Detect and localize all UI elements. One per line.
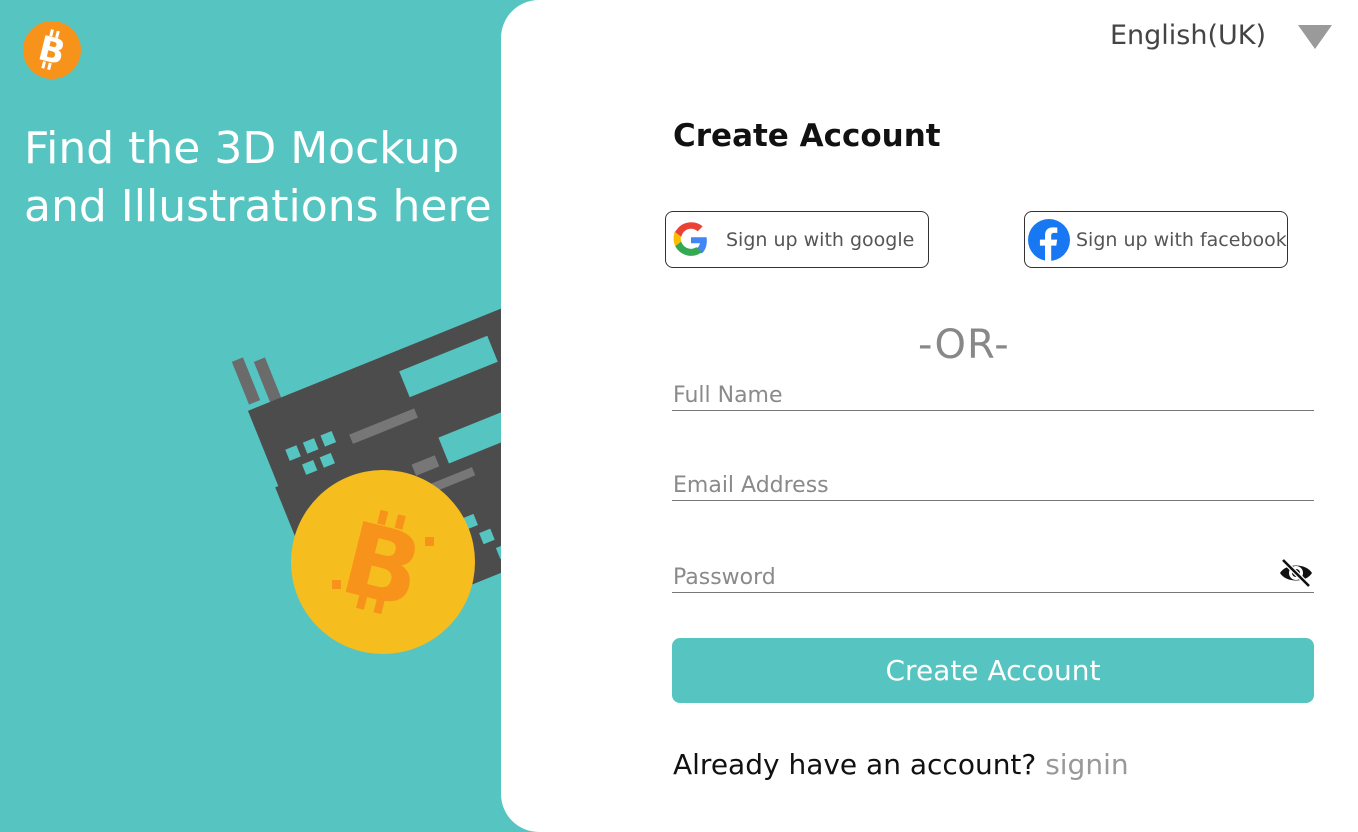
google-signup-button[interactable]: Sign up with google (665, 211, 929, 268)
facebook-signup-label: Sign up with facebook (1076, 228, 1287, 251)
google-icon (673, 221, 707, 256)
signin-row: Already have an account? signin (673, 748, 1129, 781)
chevron-down-icon[interactable] (1298, 25, 1332, 51)
form-title: Create Account (673, 118, 941, 154)
password-input[interactable] (672, 565, 1315, 590)
full-name-field (672, 367, 1315, 411)
full-name-input[interactable] (672, 383, 1315, 408)
password-field (672, 549, 1315, 593)
language-selector[interactable]: English(UK) (1110, 20, 1266, 51)
facebook-signup-button[interactable]: Sign up with facebook (1024, 211, 1288, 268)
eye-slash-icon[interactable] (1278, 557, 1314, 589)
signup-panel: English(UK) Create Account Sign up with … (501, 0, 1358, 832)
hero-title: Find the 3D Mockup and Illustrations her… (24, 123, 492, 232)
bitcoin-logo-icon: B (23, 21, 81, 79)
signin-link[interactable]: signin (1045, 748, 1128, 781)
signin-prompt: Already have an account? (673, 748, 1037, 781)
or-divider: -OR- (918, 322, 1010, 368)
hero-panel: B Find the 3D Mockup and Illustrations h… (0, 0, 629, 832)
google-signup-label: Sign up with google (726, 228, 915, 251)
email-field (672, 457, 1315, 501)
create-account-button[interactable]: Create Account (672, 638, 1314, 703)
facebook-icon (1028, 218, 1070, 261)
email-input[interactable] (672, 473, 1315, 498)
